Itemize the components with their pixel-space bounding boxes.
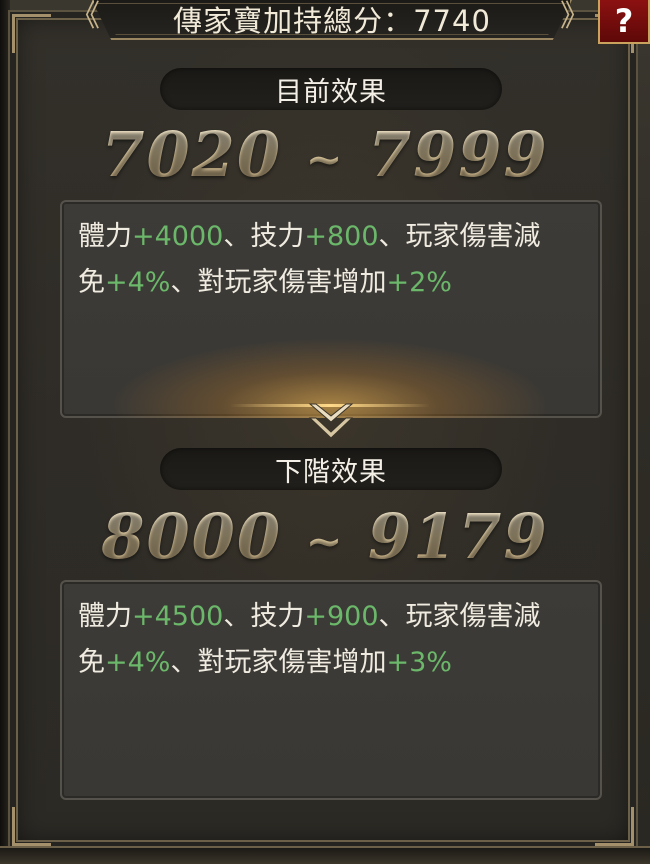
effect-line: 免+4%、對玩家傷害增加+2% <box>78 260 586 306</box>
corner-ornament <box>12 807 51 846</box>
double-chevron-down-icon <box>308 403 354 439</box>
bottom-frame-strip <box>0 846 650 864</box>
range-from: 8000 <box>101 500 282 573</box>
stat-text: 、技力 <box>223 601 305 632</box>
stat-text: 、玩家傷害減 <box>378 601 541 632</box>
effect-line: 體力+4500、技力+900、玩家傷害減 <box>78 594 586 640</box>
stat-bonus: +4% <box>105 647 171 678</box>
range-separator: ~ <box>305 516 345 568</box>
stat-text: 、對玩家傷害增加 <box>170 267 387 298</box>
chevron-ornament-icon: 》 <box>560 0 590 34</box>
corner-ornament <box>595 807 634 846</box>
corner-ornament <box>12 14 51 53</box>
stat-text: 免 <box>78 647 105 678</box>
stat-text: 、技力 <box>223 221 305 252</box>
effect-line: 體力+4000、技力+800、玩家傷害減 <box>78 214 586 260</box>
current-score-range: 7020 ~ 7999 <box>0 118 650 191</box>
stat-bonus: +800 <box>304 221 379 252</box>
stat-bonus: +4500 <box>132 601 224 632</box>
stat-text: 免 <box>78 267 105 298</box>
chevron-ornament-icon: 《 <box>70 0 100 34</box>
stat-text: 、對玩家傷害增加 <box>170 647 387 678</box>
range-to: 9179 <box>368 500 549 573</box>
next-effect-box: 體力+4500、技力+900、玩家傷害減 免+4%、對玩家傷害增加+3% <box>60 580 602 800</box>
stat-text: 體力 <box>78 601 132 632</box>
current-effect-box: 體力+4000、技力+800、玩家傷害減 免+4%、對玩家傷害增加+2% <box>60 200 602 418</box>
current-effect-label: 目前效果 <box>160 68 502 110</box>
page-title: 傳家寶加持總分：7740 <box>173 4 491 38</box>
stat-text: 、玩家傷害減 <box>378 221 541 252</box>
stat-bonus: +900 <box>304 601 379 632</box>
effect-line: 免+4%、對玩家傷害增加+3% <box>78 640 586 686</box>
stat-bonus: +2% <box>386 267 452 298</box>
range-separator: ~ <box>305 134 345 186</box>
next-effect-label: 下階效果 <box>160 448 502 490</box>
stat-text: 體力 <box>78 221 132 252</box>
help-button[interactable]: ? <box>598 0 650 44</box>
range-to: 7999 <box>368 118 549 191</box>
stat-bonus: +4% <box>105 267 171 298</box>
next-score-range: 8000 ~ 9179 <box>0 500 650 573</box>
legacy-bonus-screen: 傳家寶加持總分：7740 《 》 ? 目前效果 7020 ~ 7999 體力+4… <box>0 0 650 864</box>
title-banner: 傳家寶加持總分：7740 <box>92 0 572 40</box>
range-from: 7020 <box>101 118 282 191</box>
stat-bonus: +4000 <box>132 221 224 252</box>
stat-bonus: +3% <box>386 647 452 678</box>
